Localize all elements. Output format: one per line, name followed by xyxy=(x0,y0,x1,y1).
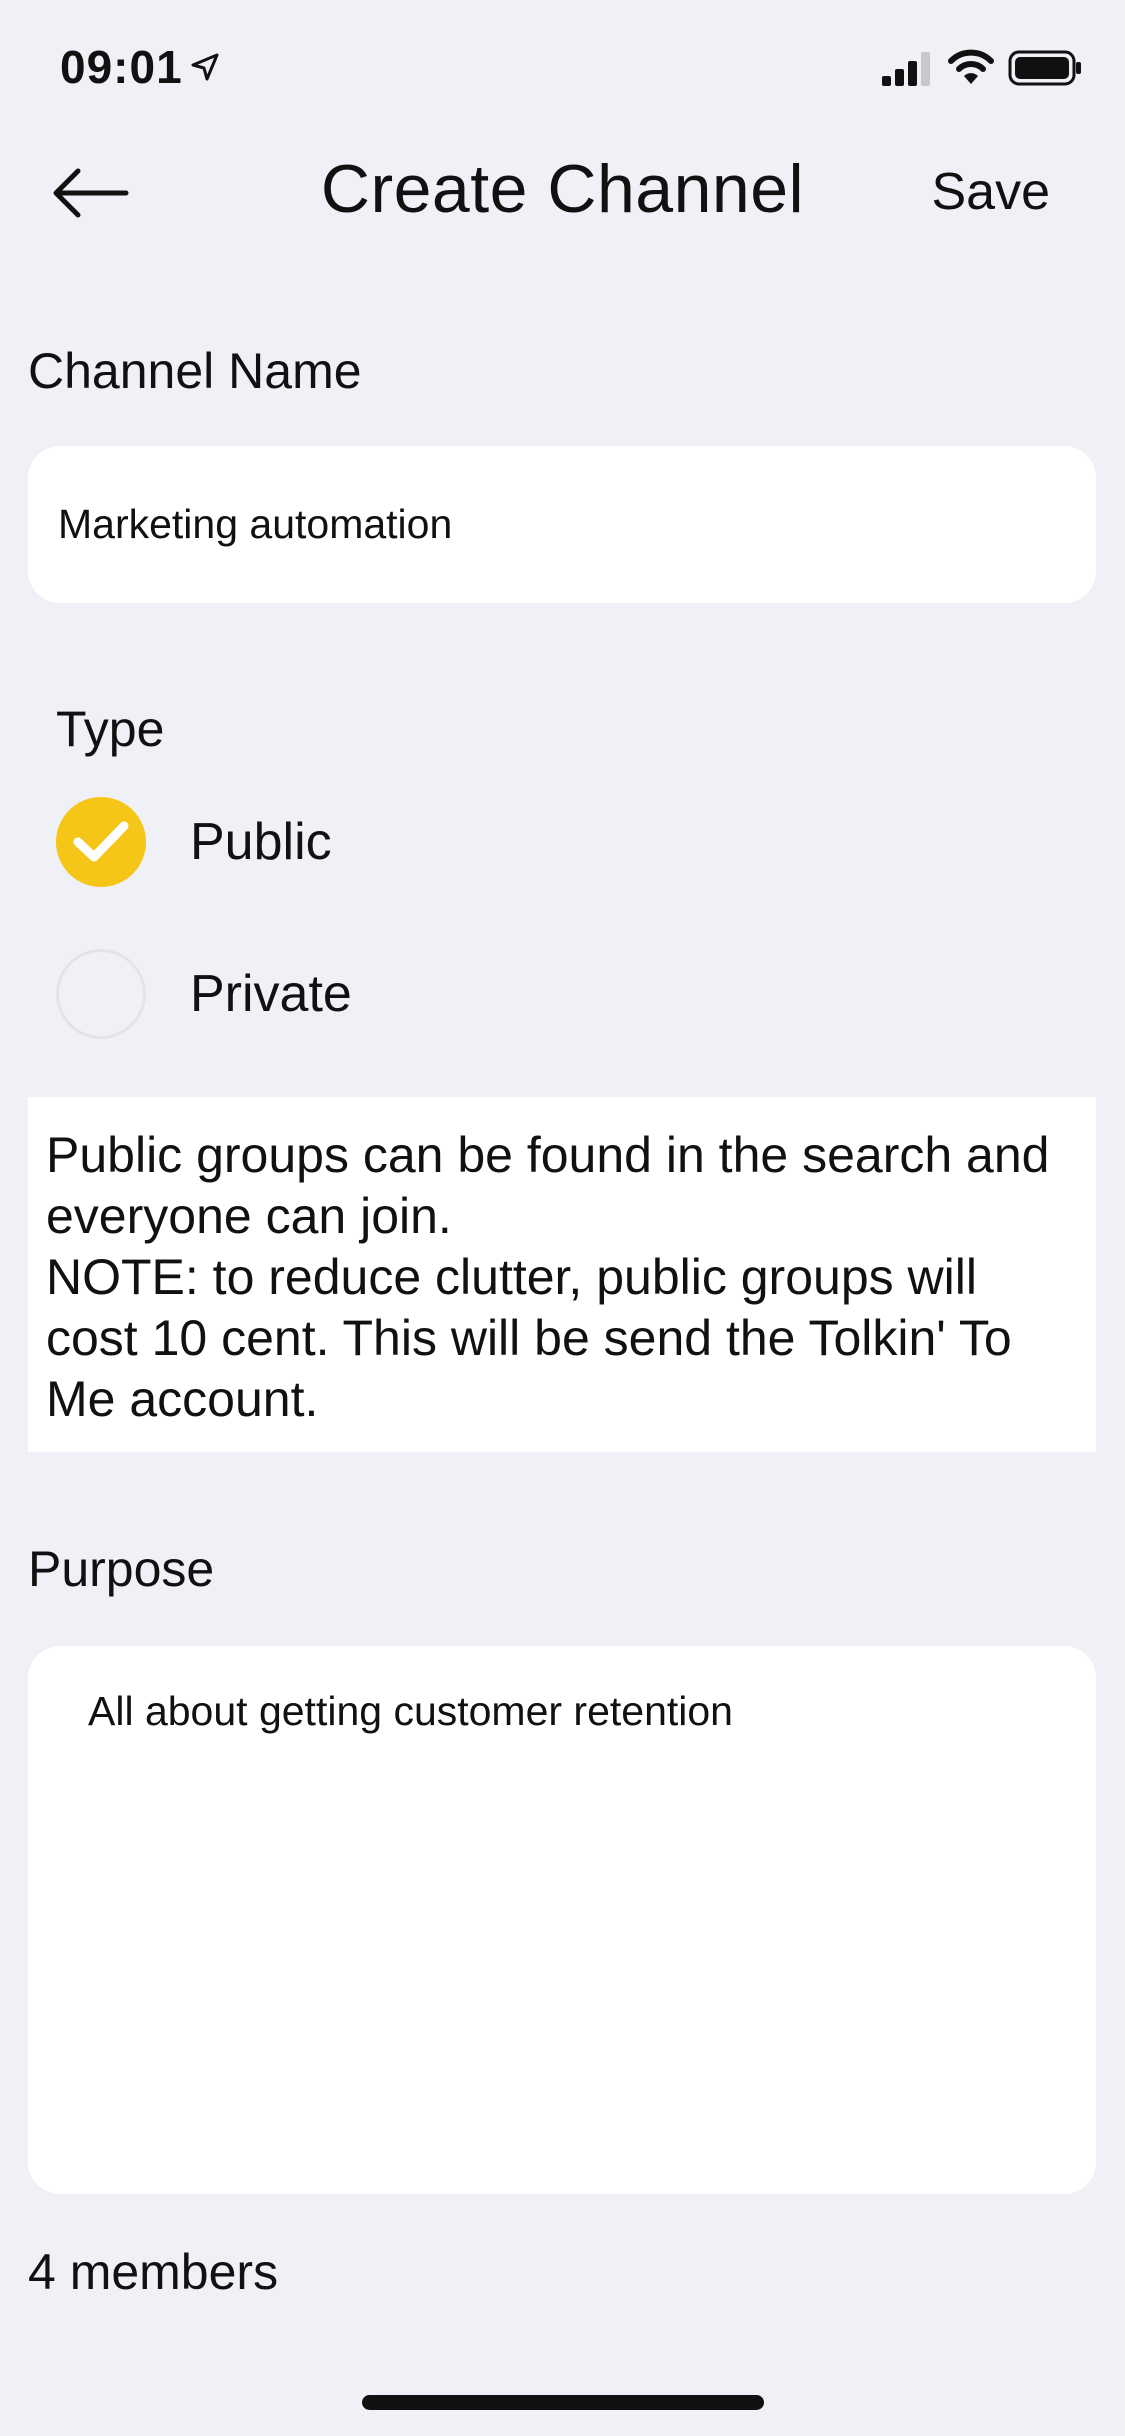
radio-label-public: Public xyxy=(190,813,332,871)
type-option-private[interactable]: Private xyxy=(56,948,352,1040)
status-time: 09:01 xyxy=(60,41,183,93)
radio-label-private: Private xyxy=(190,965,352,1023)
checkmark-icon xyxy=(73,821,129,862)
info-text-line: NOTE: to reduce clutter, public groups w… xyxy=(46,1249,977,1305)
save-button[interactable]: Save xyxy=(931,162,1050,222)
type-info-box: Public groups can be found in the search… xyxy=(28,1097,1096,1452)
channel-name-input[interactable] xyxy=(28,446,1096,603)
info-text-line: everyone can join. xyxy=(46,1188,452,1244)
location-icon xyxy=(191,53,219,81)
create-channel-screen: 09:01 Create Channel Save Channel Name M… xyxy=(0,0,1125,2436)
info-text-line: Me account. xyxy=(46,1371,319,1427)
info-text-line: Public groups can be found in the search… xyxy=(46,1127,1050,1183)
members-count[interactable]: 4 members xyxy=(28,2243,278,2301)
channel-name-label: Channel Name xyxy=(28,343,362,399)
radio-checked[interactable] xyxy=(56,797,146,887)
signal-icon xyxy=(882,52,930,86)
status-bar: 09:01 xyxy=(0,0,1125,135)
radio-unchecked[interactable] xyxy=(56,949,146,1039)
purpose-input[interactable]: All about getting customer retention xyxy=(28,1646,1096,2194)
purpose-field: All about getting customer retention xyxy=(28,1646,1096,2194)
home-indicator xyxy=(362,2395,764,2410)
channel-name-field xyxy=(28,446,1096,603)
type-label: Type xyxy=(56,701,165,757)
info-text-line: cost 10 cent. This will be send the Tolk… xyxy=(46,1310,1012,1366)
wifi-icon xyxy=(948,49,994,84)
type-option-public[interactable]: Public xyxy=(56,796,332,888)
purpose-label: Purpose xyxy=(28,1541,215,1597)
battery-icon xyxy=(1008,50,1081,86)
